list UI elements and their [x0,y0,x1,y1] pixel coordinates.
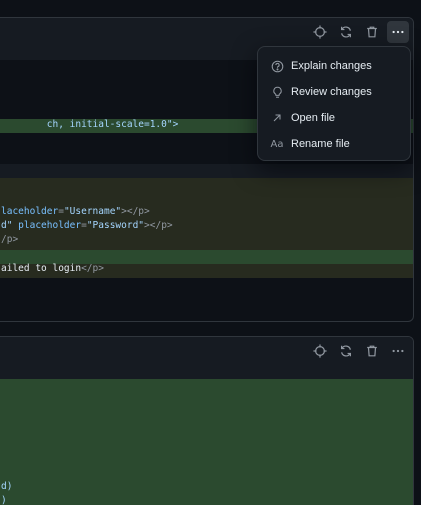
lightbulb-icon [270,85,284,99]
code-line: ailed to login</p> [0,262,413,276]
menu-item-label: Open file [291,112,336,124]
menu-item-label: Explain changes [291,60,372,72]
menu-item-rename-file[interactable]: Aa Rename file [258,131,410,157]
code-attr: laceholder [1,206,59,217]
code-tag: /p> [1,234,19,245]
code-attr: placeholder [18,220,82,231]
code-line: d) [0,480,413,494]
code-string: d) [1,481,13,492]
menu-item-label: Review changes [291,86,372,98]
menu-item-open-file[interactable]: Open file [258,105,410,131]
more-options-menu: Explain changes Review changes Open file… [257,46,411,161]
code-string: ch, initial-scale=1.0"> [46,119,179,130]
code-tag: </p> [81,263,104,274]
arrow-up-right-icon [270,111,284,125]
menu-item-explain-changes[interactable]: Explain changes [258,53,410,79]
code-line: /p> [0,233,413,247]
code-view: d) ) [0,337,413,505]
code-line: d" placeholder="Password"></p> [0,219,413,233]
code-string: "Password" [86,220,145,231]
code-line: laceholder="Username"></p> [0,205,413,219]
rename-icon: Aa [270,138,284,150]
code-string: "Username" [63,206,122,217]
code-tag: ></p> [121,206,150,217]
menu-item-label: Rename file [291,138,350,150]
question-circle-icon [270,59,284,73]
page: ch, initial-scale=1.0"> laceholder="User… [0,0,421,505]
code-tag: ></p> [144,220,173,231]
code-text: ailed to login [1,263,82,274]
code-string: ) [1,495,7,505]
code-string: d" [1,220,19,231]
code-line: ) [0,494,413,505]
file-diff-panel: d) ) [0,336,414,505]
menu-item-review-changes[interactable]: Review changes [258,79,410,105]
